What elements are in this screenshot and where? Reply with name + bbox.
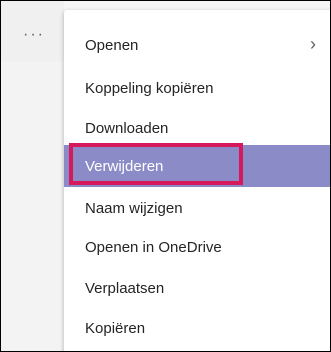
menu-item-download[interactable]: Downloaden [64,108,330,148]
menu-item-label: Koppeling kopiëren [85,79,214,97]
menu-item-label: Kopiëren [85,319,146,337]
menu-item-label: Openen in OneDrive [85,238,222,256]
menu-item-open[interactable]: Openen › [64,25,330,65]
menu-item-move[interactable]: Verplaatsen [64,268,330,308]
menu-item-label: Naam wijzigen [85,199,183,217]
menu-item-copy[interactable]: Kopiëren [64,308,330,348]
more-options-button[interactable]: ··· [9,23,59,47]
menu-item-rename[interactable]: Naam wijzigen [64,188,330,228]
menu-item-label: Verwijderen [85,157,164,175]
menu-item-copy-link[interactable]: Koppeling kopiëren [64,68,330,108]
chevron-right-icon: › [310,34,316,54]
context-menu: Openen › Koppeling kopiëren Downloaden V… [64,10,330,351]
menu-item-label: Openen [85,36,139,54]
menu-item-open-in-onedrive[interactable]: Openen in OneDrive [64,227,330,267]
menu-item-delete[interactable]: Verwijderen [64,145,330,187]
menu-item-label: Downloaden [85,119,169,137]
more-horizontal-icon: ··· [23,26,45,43]
menu-item-label: Verplaatsen [85,279,165,297]
file-list-column: ··· [1,1,64,351]
screenshot-frame: ··· Openen › Koppeling kopiëren Download… [0,0,331,352]
